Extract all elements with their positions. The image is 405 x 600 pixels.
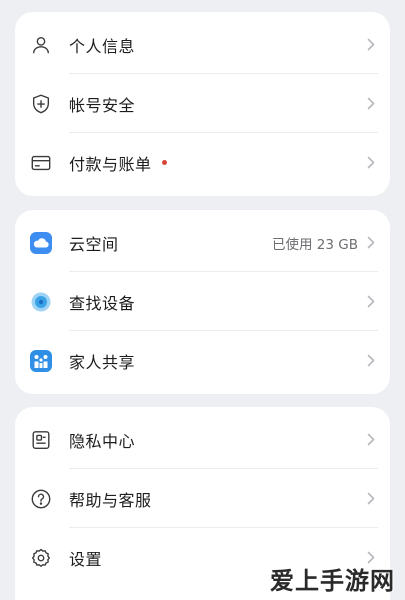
chevron-right-icon [366, 433, 376, 447]
row-help-support[interactable]: 帮助与客服 [15, 469, 390, 528]
account-settings-page: 个人信息 帐号安全 付款与账单 云空间 已使用 23 GB 查找设备 家人共享 … [0, 0, 405, 600]
chevron-right-icon [366, 354, 376, 368]
card-icon [29, 151, 53, 175]
row-label: 帐号安全 [69, 95, 136, 115]
row-privacy-center[interactable]: 隐私中心 [15, 410, 390, 469]
help-icon [29, 487, 53, 511]
chevron-right-icon [366, 156, 376, 170]
row-payment-billing[interactable]: 付款与账单 [15, 133, 390, 192]
row-family-sharing[interactable]: 家人共享 [15, 331, 390, 390]
row-cloud-space[interactable]: 云空间 已使用 23 GB [15, 213, 390, 272]
find-device-icon [29, 290, 53, 314]
account-section: 个人信息 帐号安全 付款与账单 [15, 12, 390, 196]
row-label: 隐私中心 [69, 431, 136, 451]
row-label: 设置 [69, 549, 103, 569]
family-icon [29, 349, 53, 373]
chevron-right-icon [366, 97, 376, 111]
row-personal-info[interactable]: 个人信息 [15, 15, 390, 74]
row-label: 个人信息 [69, 36, 136, 56]
row-label: 查找设备 [69, 293, 136, 313]
services-section: 云空间 已使用 23 GB 查找设备 家人共享 [15, 210, 390, 394]
row-label: 付款与账单 [69, 154, 152, 174]
chevron-right-icon [366, 38, 376, 52]
notification-dot [161, 160, 167, 165]
row-label: 云空间 [69, 234, 119, 254]
chevron-right-icon [366, 295, 376, 309]
chevron-right-icon [366, 236, 376, 250]
row-label: 帮助与客服 [69, 490, 152, 510]
watermark: 爱上手游网 [270, 567, 395, 595]
person-icon [29, 33, 53, 57]
chevron-right-icon [366, 492, 376, 506]
row-find-device[interactable]: 查找设备 [15, 272, 390, 331]
privacy-icon [29, 428, 53, 452]
row-label: 家人共享 [69, 352, 136, 372]
cloud-icon [29, 231, 53, 255]
storage-usage: 已使用 23 GB [272, 236, 358, 253]
settings-icon [29, 546, 53, 570]
shield-icon [29, 92, 53, 116]
row-account-security[interactable]: 帐号安全 [15, 74, 390, 133]
